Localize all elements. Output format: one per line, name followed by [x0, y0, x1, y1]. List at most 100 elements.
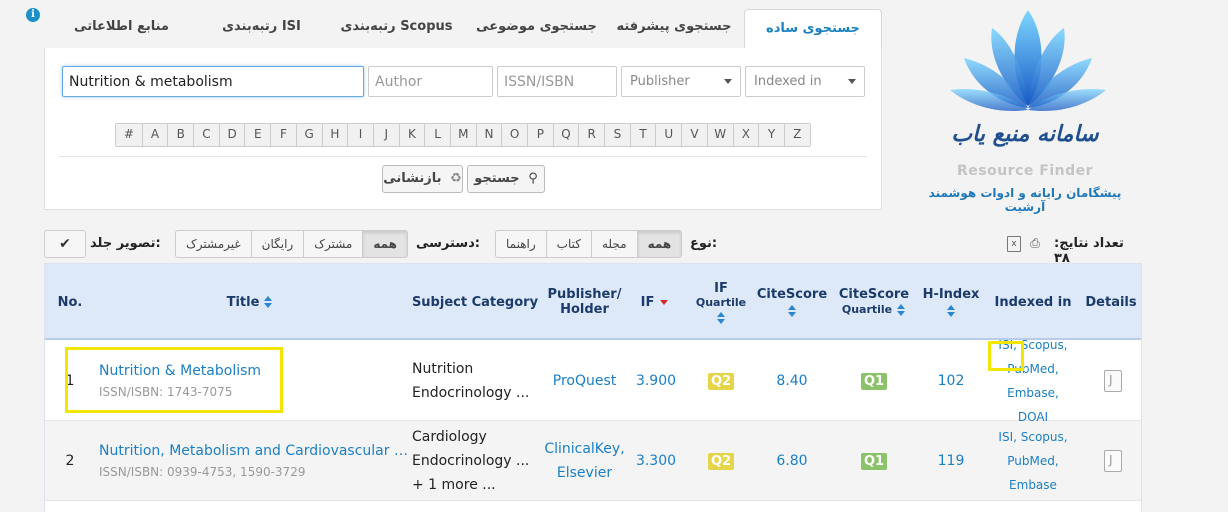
- row-subject: Nutrition Endocrinology ...: [412, 341, 540, 421]
- access-option-subscribed[interactable]: مشترک: [303, 231, 362, 257]
- publisher-select[interactable]: Publisher: [621, 66, 741, 97]
- tab-scopus-ranking[interactable]: رتبه‌بندی Scopus: [329, 8, 464, 48]
- alpha-letter[interactable]: Q: [552, 124, 579, 146]
- search-panel: Publisher Indexed in # A B C D E F G H I…: [44, 48, 882, 210]
- row-if: 3.900: [635, 373, 677, 389]
- row-title-cell: Nutrition, Metabolism and Cardiovascular…: [99, 421, 409, 501]
- header-citescore[interactable]: CiteScore: [757, 264, 827, 340]
- publisher-link[interactable]: Elsevier: [557, 461, 612, 485]
- search-tabs: جستجوی ساده جستجوی پیشرفته جستجوی موضوعی…: [44, 8, 882, 49]
- publisher-link[interactable]: ClinicalKey,: [544, 437, 624, 461]
- alpha-letter[interactable]: N: [475, 124, 502, 146]
- row-citescore: 8.40: [776, 373, 808, 389]
- subject-more[interactable]: + 1 more ...: [412, 473, 540, 497]
- alpha-letter[interactable]: U: [655, 124, 682, 146]
- logo-title-en: Resource Finder: [956, 163, 1093, 179]
- issn-input[interactable]: [497, 66, 617, 97]
- tab-simple-search[interactable]: جستجوی ساده: [744, 9, 882, 49]
- tab-advanced-search[interactable]: جستجوی پیشرفته: [609, 8, 739, 48]
- alpha-letter[interactable]: A: [141, 124, 168, 146]
- table-header: No. Title Subject Category Publisher/ Ho…: [45, 264, 1141, 340]
- reset-button[interactable]: بازنشانی ♻: [382, 165, 463, 193]
- document-icon[interactable]: [1104, 370, 1122, 392]
- search-button[interactable]: جستجو ⚲: [467, 165, 545, 193]
- access-label: دسترسی:: [416, 236, 480, 251]
- cover-label: تصویر جلد:: [90, 236, 161, 251]
- highlight-box: [988, 341, 1024, 371]
- indexed-links[interactable]: ISI, Scopus,: [998, 425, 1067, 449]
- alpha-letter[interactable]: T: [629, 124, 656, 146]
- header-publisher-line1: Publisher/: [547, 287, 622, 302]
- type-option-book[interactable]: کتاب: [545, 231, 591, 257]
- tab-information-sources[interactable]: منابع اطلاعاتی: [54, 8, 189, 48]
- recycle-icon: ♻: [450, 171, 462, 186]
- alpha-letter[interactable]: P: [527, 124, 553, 146]
- alpha-letter[interactable]: #: [116, 124, 142, 146]
- access-option-all[interactable]: همه: [362, 231, 407, 257]
- alpha-letter[interactable]: V: [681, 124, 707, 146]
- print-icon[interactable]: ⎙: [1028, 236, 1042, 252]
- alphabet-filter: # A B C D E F G H I J K L M N O P Q R S …: [115, 123, 811, 147]
- header-details-label: Details: [1085, 294, 1137, 310]
- header-if[interactable]: IF: [627, 264, 682, 340]
- header-no: No.: [45, 264, 95, 340]
- alpha-letter[interactable]: C: [193, 124, 219, 146]
- alpha-letter[interactable]: X: [732, 124, 759, 146]
- tab-isi-ranking[interactable]: رتبه‌بندی ISI: [199, 8, 324, 48]
- type-label: نوع:: [690, 236, 718, 251]
- type-option-guide[interactable]: راهنما: [496, 231, 546, 257]
- header-hindex[interactable]: H-Index: [919, 264, 983, 340]
- type-option-all[interactable]: همه: [636, 231, 682, 257]
- document-icon[interactable]: [1104, 450, 1122, 472]
- alpha-letter[interactable]: F: [270, 124, 296, 146]
- access-option-free[interactable]: رایگان: [250, 231, 304, 257]
- logo-title-fa: سامانه منبع یاب: [951, 121, 1099, 147]
- info-icon[interactable]: i: [26, 8, 40, 22]
- header-title[interactable]: Title: [95, 264, 405, 340]
- indexed-links[interactable]: PubMed, Embase: [983, 449, 1083, 497]
- alpha-letter[interactable]: Y: [758, 124, 784, 146]
- alpha-letter[interactable]: M: [449, 124, 476, 146]
- row-citescore-quartile: Q1: [829, 341, 919, 421]
- access-filter-group: غیرمشترک رایگان مشترک همه: [175, 230, 408, 258]
- cover-toggle-button[interactable]: ✔: [44, 230, 86, 258]
- header-csq-line1: CiteScore: [838, 287, 910, 302]
- header-if-quartile[interactable]: IF Quartile: [685, 264, 757, 340]
- publisher-link[interactable]: ProQuest: [553, 373, 617, 389]
- alpha-letter[interactable]: D: [218, 124, 245, 146]
- tab-subject-search[interactable]: جستجوی موضوعی: [469, 8, 604, 48]
- access-option-nonsubscribed[interactable]: غیرمشترک: [176, 231, 251, 257]
- journal-title-link[interactable]: Nutrition, Metabolism and Cardiovascular…: [99, 443, 409, 459]
- alpha-letter[interactable]: B: [167, 124, 194, 146]
- row-citescore-quartile: Q1: [829, 421, 919, 501]
- search-icon: ⚲: [528, 171, 538, 186]
- row-publisher: ProQuest: [542, 341, 627, 421]
- alpha-letter[interactable]: R: [578, 124, 605, 146]
- header-ifq-line2: Quartile: [695, 295, 747, 309]
- logo-tagline: پیشگامان رایانه و ادوات هوشمند آرشیت: [928, 186, 1122, 214]
- alpha-letter[interactable]: W: [706, 124, 733, 146]
- alpha-letter[interactable]: J: [372, 124, 399, 146]
- alpha-letter[interactable]: G: [295, 124, 322, 146]
- alpha-letter[interactable]: Z: [783, 124, 810, 146]
- title-search-input[interactable]: [62, 66, 364, 97]
- type-option-journal[interactable]: مجله: [590, 231, 637, 257]
- alpha-letter[interactable]: E: [244, 124, 271, 146]
- alpha-letter[interactable]: I: [347, 124, 373, 146]
- alpha-letter[interactable]: H: [321, 124, 348, 146]
- indexed-in-select[interactable]: Indexed in: [745, 66, 865, 97]
- sort-desc-icon: [660, 299, 669, 305]
- header-subject-label: Subject Category: [411, 294, 539, 310]
- row-details: [1085, 421, 1141, 501]
- header-citescore-quartile[interactable]: CiteScore Quartile: [829, 264, 919, 340]
- header-indexed: Indexed in: [985, 264, 1081, 340]
- sort-icon: [946, 305, 956, 317]
- excel-export-icon[interactable]: x: [1007, 236, 1021, 252]
- alpha-letter[interactable]: O: [501, 124, 527, 146]
- author-input[interactable]: [368, 66, 493, 97]
- alpha-letter[interactable]: S: [604, 124, 630, 146]
- header-csq-line2: Quartile: [841, 303, 893, 316]
- alpha-letter[interactable]: K: [398, 124, 425, 146]
- alpha-letter[interactable]: L: [424, 124, 450, 146]
- highlight-box: [65, 347, 283, 413]
